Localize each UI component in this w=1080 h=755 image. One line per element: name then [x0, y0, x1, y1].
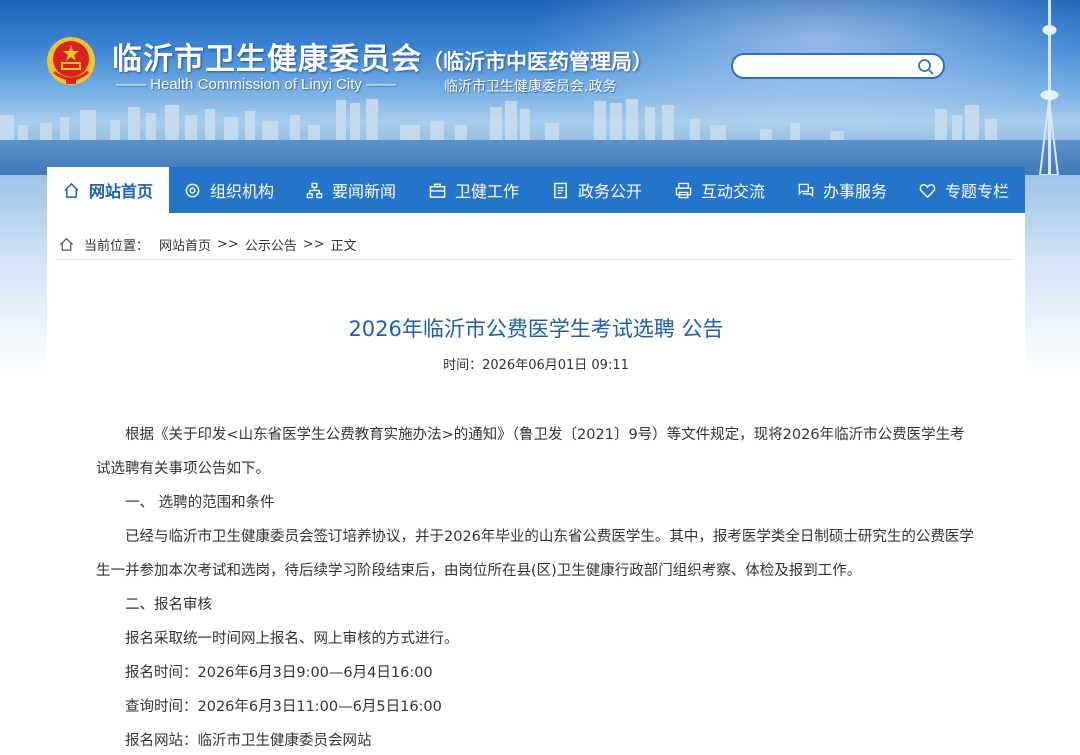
briefcase-icon: [429, 183, 446, 198]
breadcrumb-separator: >>: [302, 236, 325, 252]
nav-item-home[interactable]: 网站首页: [47, 167, 169, 213]
article-paragraph: 报名网站：临沂市卫生健康委员会网站: [125, 733, 372, 749]
home-icon: [59, 237, 74, 251]
search-input[interactable]: [743, 57, 913, 75]
site-title-sub: （临沂市中医药管理局）: [422, 50, 653, 74]
nav-item-label: 办事服务: [822, 182, 887, 201]
chat-icon: [798, 183, 814, 197]
nav-item-affairs[interactable]: 政务公开: [535, 167, 659, 213]
article-body: 根据《关于印发<山东省医学生公费教育实施办法>的通知》（鲁卫发〔2021〕9号）…: [96, 418, 978, 755]
breadcrumb-link-home[interactable]: 网站首页: [159, 235, 211, 254]
nav-item-services[interactable]: 办事服务: [781, 167, 903, 213]
breadcrumb-prefix: 当前位置：: [84, 238, 150, 254]
nav-item-label: 卫健工作: [454, 182, 519, 201]
article-paragraph: 根据《关于印发<山东省医学生公费教育实施办法>的通知》（鲁卫发〔2021〕9号）…: [96, 427, 965, 477]
org-gear-icon: [185, 183, 200, 197]
header-banner: 临沂市卫生健康委员会（临沂市中医药管理局） —— Health Commissi…: [0, 0, 1080, 175]
article-paragraph: 查询时间：2026年6月3日11:00—6月5日16:00: [125, 699, 442, 715]
nav-item-topics[interactable]: 专题专栏: [903, 167, 1025, 213]
nav-item-label: 专题专栏: [944, 182, 1009, 201]
site-subtitle-cn: 临沂市卫生健康委员会.政务: [444, 79, 617, 95]
site-title-main: 临沂市卫生健康委员会: [112, 42, 422, 77]
nav-item-label: 要闻新闻: [331, 182, 396, 201]
article-section-heading: 二、报名审核: [125, 597, 212, 613]
breadcrumb-divider: [55, 259, 1013, 260]
article-title: 2026年临沂市公费医学生考试选聘 公告: [348, 317, 724, 341]
main-content: 当前位置： 网站首页 >> 公示公告 >> 正文 2026年临沂市公费医学生考试…: [47, 213, 1025, 755]
site-title: 临沂市卫生健康委员会（临沂市中医药管理局）: [112, 34, 653, 78]
org-tree-icon: [306, 182, 323, 198]
article-paragraph: 报名采取统一时间网上报名、网上审核的方式进行。: [125, 631, 459, 647]
breadcrumb: 当前位置： 网站首页 >> 公示公告 >> 正文: [59, 235, 357, 254]
home-icon: [64, 182, 79, 198]
document-icon: [554, 182, 567, 198]
nav-item-interaction[interactable]: 互动交流: [659, 167, 781, 213]
nav-item-label: 组织机构: [209, 182, 274, 201]
tv-tower-image: [1038, 0, 1060, 175]
nav-item-news[interactable]: 要闻新闻: [289, 167, 413, 213]
article-section-heading: 一、 选聘的范围和条件: [125, 495, 275, 511]
search-box[interactable]: [731, 53, 945, 79]
article-paragraph: 报名时间：2026年6月3日9:00—6月4日16:00: [125, 665, 433, 681]
print-icon: [675, 182, 692, 198]
breadcrumb-current: 正文: [330, 238, 357, 254]
nav-item-organization[interactable]: 组织机构: [169, 167, 289, 213]
breadcrumb-link-notice[interactable]: 公示公告: [245, 235, 297, 254]
nav-item-label: 互动交流: [700, 182, 765, 201]
article-paragraph: 已经与临沂市卫生健康委员会签订培养协议，并于2026年毕业的山东省公费医学生。其…: [96, 529, 974, 579]
search-icon[interactable]: [917, 58, 935, 76]
nav-item-label: 网站首页: [88, 182, 153, 201]
site-title-english: —— Health Commission of Linyi City ——: [116, 76, 397, 93]
national-emblem-icon: [47, 37, 95, 85]
main-nav: 网站首页 组织机构 要闻新闻 卫健工作 政务公开 互动交流 办事服务 专题专栏: [47, 167, 1025, 213]
nav-item-label: 政务公开: [577, 182, 642, 201]
heart-icon: [919, 183, 936, 198]
article-time: 时间：2026年06月01日 09:11: [443, 358, 629, 373]
nav-item-work[interactable]: 卫健工作: [413, 167, 535, 213]
breadcrumb-separator: >>: [217, 236, 239, 252]
